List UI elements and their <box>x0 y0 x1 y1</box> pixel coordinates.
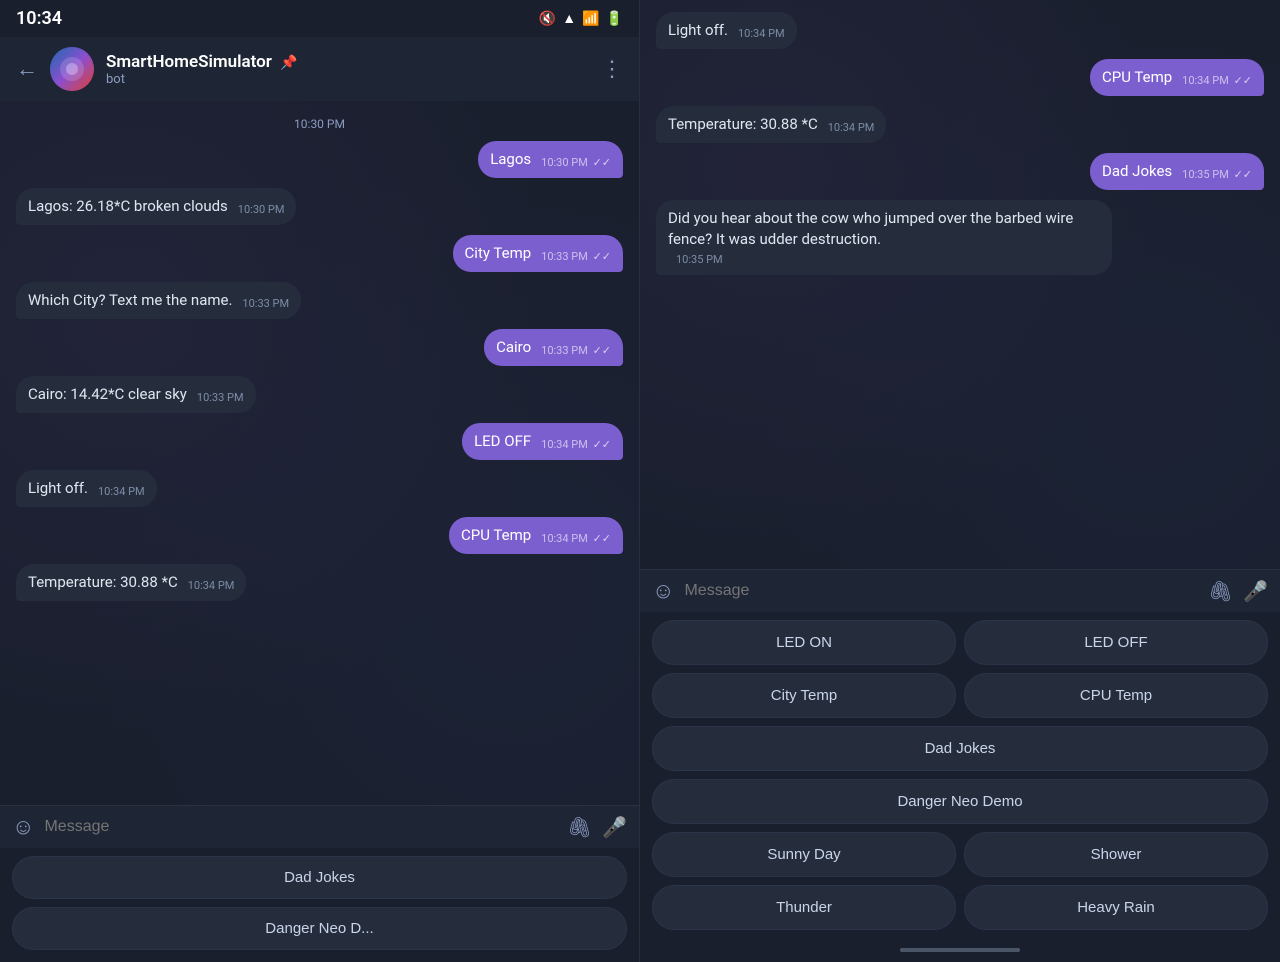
message-row: CPU Temp 10:34 PM ✓✓ <box>656 59 1264 96</box>
sent-bubble: City Temp 10:33 PM ✓✓ <box>453 235 623 272</box>
sent-bubble: Dad Jokes 10:35 PM ✓✓ <box>1090 153 1264 190</box>
received-bubble: Temperature: 30.88 *C 10:34 PM <box>656 106 886 143</box>
back-button[interactable]: ← <box>16 56 38 82</box>
quick-btn-heavy-rain[interactable]: Heavy Rain <box>964 885 1268 930</box>
wifi-icon: ▲ <box>562 10 576 27</box>
sent-bubble: LED OFF 10:34 PM ✓✓ <box>462 423 623 460</box>
message-row: CPU Temp 10:34 PM ✓✓ <box>16 517 623 554</box>
quick-actions-right: LED ON LED OFF City Temp CPU Temp Dad Jo… <box>640 612 1280 942</box>
quick-btn-dad-jokes[interactable]: Dad Jokes <box>12 856 627 899</box>
sent-bubble: CPU Temp 10:34 PM ✓✓ <box>449 517 623 554</box>
quick-row-3: Dad Jokes <box>652 726 1268 771</box>
chat-header: ← SmartHomeSimulator 📌 bot <box>0 37 639 101</box>
received-bubble: Lagos: 26.18*C broken clouds 10:30 PM <box>16 188 296 225</box>
quick-btn-led-on[interactable]: LED ON <box>652 620 956 665</box>
received-bubble: Temperature: 30.88 *C 10:34 PM <box>16 564 246 601</box>
message-row: City Temp 10:33 PM ✓✓ <box>16 235 623 272</box>
sent-bubble: Cairo 10:33 PM ✓✓ <box>484 329 623 366</box>
emoji-button[interactable]: ☺ <box>12 814 34 840</box>
right-message-input-area: ☺ 🖇 🎤 <box>640 569 1280 612</box>
home-bar <box>900 948 1020 952</box>
quick-btn-danger-neo[interactable]: Danger Neo D... <box>12 907 627 950</box>
message-row: LED OFF 10:34 PM ✓✓ <box>16 423 623 460</box>
message-row: Which City? Text me the name. 10:33 PM <box>16 282 623 319</box>
quick-actions-left: Dad Jokes Danger Neo D... <box>0 848 639 962</box>
sent-bubble: Lagos 10:30 PM ✓✓ <box>478 141 623 178</box>
signal-icon: 📶 <box>582 11 599 27</box>
quick-row-6: Thunder Heavy Rain <box>652 885 1268 930</box>
mute-icon: 🔇 <box>539 11 556 27</box>
quick-btn-danger-neo[interactable]: Danger Neo Demo <box>652 779 1268 824</box>
mic-button[interactable]: 🎤 <box>602 815 627 839</box>
quick-row-4: Danger Neo Demo <box>652 779 1268 824</box>
bot-avatar <box>50 47 94 91</box>
quick-btn-cpu-temp[interactable]: CPU Temp <box>964 673 1268 718</box>
message-row: Lagos: 26.18*C broken clouds 10:30 PM <box>16 188 623 225</box>
right-attach-button[interactable]: 🖇 <box>1208 579 1233 603</box>
left-chat-panel: 10:34 🔇 ▲ 📶 🔋 ← <box>0 0 640 962</box>
pin-icon: 📌 <box>280 55 297 71</box>
bot-name: SmartHomeSimulator 📌 <box>106 52 589 72</box>
received-bubble: Did you hear about the cow who jumped ov… <box>656 200 1112 275</box>
message-row: Light off. 10:34 PM <box>16 470 623 507</box>
message-row: Temperature: 30.88 *C 10:34 PM <box>16 564 623 601</box>
received-bubble: Cairo: 14.42*C clear sky 10:33 PM <box>16 376 256 413</box>
quick-btn-sunny-day[interactable]: Sunny Day <box>652 832 956 877</box>
received-bubble: Light off. 10:34 PM <box>16 470 157 507</box>
attach-button[interactable]: 🖇 <box>567 815 592 839</box>
quick-btn-dad-jokes-right[interactable]: Dad Jokes <box>652 726 1268 771</box>
bot-type: bot <box>106 72 589 87</box>
message-row: Dad Jokes 10:35 PM ✓✓ <box>656 153 1264 190</box>
quick-row-5: Sunny Day Shower <box>652 832 1268 877</box>
quick-btn-shower[interactable]: Shower <box>964 832 1268 877</box>
received-bubble: Light off. 10:34 PM <box>656 12 797 49</box>
timestamp-center: 10:30 PM <box>16 117 623 131</box>
quick-btn-city-temp[interactable]: City Temp <box>652 673 956 718</box>
quick-btn-thunder[interactable]: Thunder <box>652 885 956 930</box>
message-row: Did you hear about the cow who jumped ov… <box>656 200 1264 275</box>
message-row: Light off. 10:34 PM <box>656 12 1264 49</box>
received-bubble: Which City? Text me the name. 10:33 PM <box>16 282 301 319</box>
status-bar: 10:34 🔇 ▲ 📶 🔋 <box>0 0 639 37</box>
message-row: Cairo: 14.42*C clear sky 10:33 PM <box>16 376 623 413</box>
status-time: 10:34 <box>16 8 62 29</box>
message-row: Temperature: 30.88 *C 10:34 PM <box>656 106 1264 143</box>
right-chat-panel: Light off. 10:34 PM CPU Temp 10:34 PM ✓✓… <box>640 0 1280 962</box>
battery-icon: 🔋 <box>606 11 623 27</box>
message-row: Lagos 10:30 PM ✓✓ <box>16 141 623 178</box>
quick-btn-led-off[interactable]: LED OFF <box>964 620 1268 665</box>
message-input-area: ☺ 🖇 🎤 <box>0 805 639 848</box>
status-icons: 🔇 ▲ 📶 🔋 <box>539 10 623 27</box>
quick-row-1: LED ON LED OFF <box>652 620 1268 665</box>
right-chat-messages: Light off. 10:34 PM CPU Temp 10:34 PM ✓✓… <box>640 0 1280 569</box>
left-chat-messages: 10:30 PM Lagos 10:30 PM ✓✓ Lagos: 26.18*… <box>0 101 639 805</box>
more-menu-button[interactable]: ⋮ <box>601 57 623 82</box>
sent-bubble: CPU Temp 10:34 PM ✓✓ <box>1090 59 1264 96</box>
right-message-input[interactable] <box>684 582 1197 600</box>
home-indicator <box>640 942 1280 962</box>
quick-row-2: City Temp CPU Temp <box>652 673 1268 718</box>
message-row: Cairo 10:33 PM ✓✓ <box>16 329 623 366</box>
right-emoji-button[interactable]: ☺ <box>652 578 674 604</box>
bot-info: SmartHomeSimulator 📌 bot <box>106 52 589 87</box>
right-mic-button[interactable]: 🎤 <box>1243 579 1268 603</box>
message-input[interactable] <box>44 818 556 836</box>
